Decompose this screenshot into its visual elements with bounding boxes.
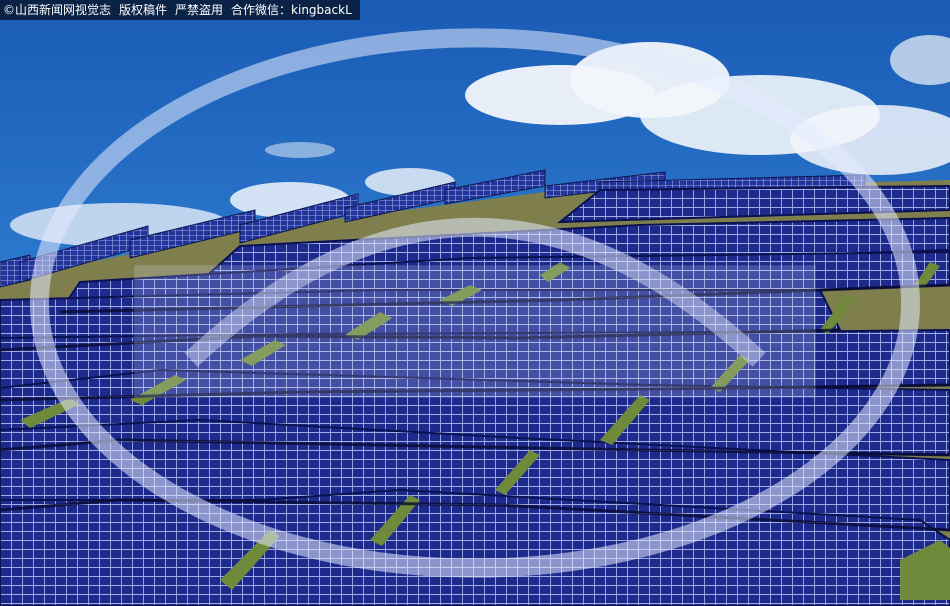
solar-farm-photo: ©山西新闻网视觉志 版权稿件 严禁盗用 合作微信：kingbackL <box>0 0 950 606</box>
newspaper-logo-watermark <box>29 28 921 578</box>
